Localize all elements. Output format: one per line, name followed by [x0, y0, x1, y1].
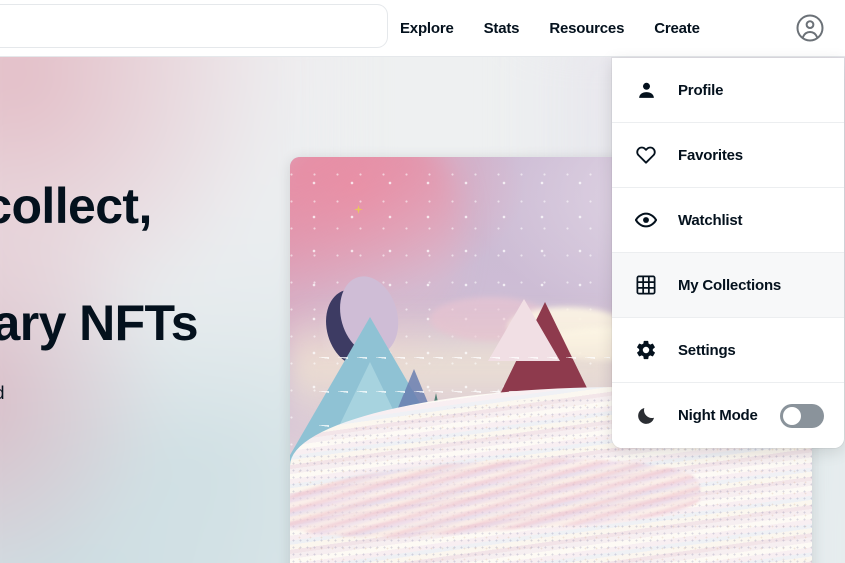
- moon-icon: [634, 404, 658, 428]
- primary-nav: Explore Stats Resources Create: [400, 0, 700, 57]
- gear-icon: [634, 338, 658, 362]
- menu-item-label: My Collections: [678, 276, 782, 294]
- hero-subtitle: OpenSea is the world's first and largest…: [0, 380, 224, 434]
- menu-item-profile[interactable]: Profile: [612, 58, 844, 123]
- menu-item-label: Night Mode: [678, 407, 758, 424]
- menu-item-label: Watchlist: [678, 211, 743, 229]
- menu-item-label: Profile: [678, 81, 724, 99]
- menu-item-night-mode[interactable]: Night Mode: [612, 383, 844, 448]
- night-mode-toggle-knob: [783, 406, 801, 425]
- heart-icon: [634, 143, 658, 167]
- search-box[interactable]: [0, 4, 388, 48]
- menu-item-settings[interactable]: Settings: [612, 318, 844, 383]
- search-input[interactable]: [0, 17, 371, 35]
- menu-item-watchlist[interactable]: Watchlist: [612, 188, 844, 253]
- menu-item-label: Favorites: [678, 146, 743, 164]
- menu-item-label: Settings: [678, 341, 736, 359]
- person-icon: [634, 78, 658, 102]
- site-header: Explore Stats Resources Create: [0, 0, 845, 57]
- nav-link-explore[interactable]: Explore: [400, 20, 454, 37]
- hero-title: Discover, collect, and sell extraordinar…: [0, 178, 199, 351]
- nav-link-create[interactable]: Create: [654, 20, 700, 37]
- hero-copy: Discover, collect, and sell extraordinar…: [0, 177, 224, 434]
- menu-item-favorites[interactable]: Favorites: [612, 123, 844, 188]
- nav-link-resources[interactable]: Resources: [549, 20, 624, 37]
- menu-item-my-collections[interactable]: My Collections: [612, 253, 844, 318]
- eye-icon: [634, 208, 658, 232]
- account-button[interactable]: [790, 8, 830, 48]
- grid-icon: [634, 273, 658, 297]
- nav-link-stats[interactable]: Stats: [484, 20, 520, 37]
- account-dropdown-menu: Profile Favorites Watchlist My Collectio…: [612, 58, 844, 448]
- account-circle-icon: [796, 14, 824, 42]
- night-mode-toggle[interactable]: [780, 403, 824, 428]
